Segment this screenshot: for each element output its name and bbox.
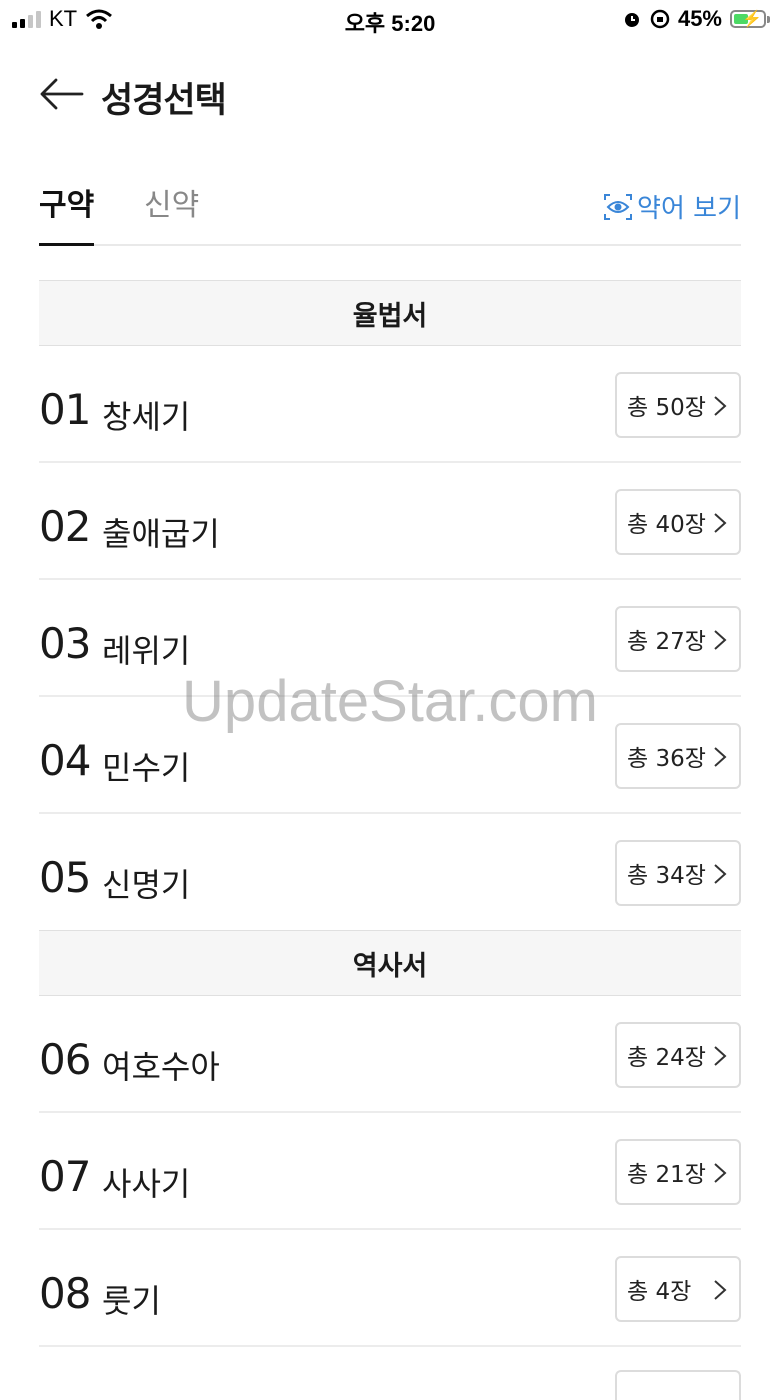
abbreviation-view-label: 약어 보기 xyxy=(637,194,741,224)
book-number: 04 xyxy=(39,736,91,785)
chapter-count: 총 34장 xyxy=(627,863,706,889)
chapter-count: 총 40장 xyxy=(627,512,706,538)
battery-percent: 45% xyxy=(677,6,722,31)
book-name: 여호수아 xyxy=(102,1048,220,1086)
chevron-right-icon xyxy=(714,630,727,650)
chevron-right-icon xyxy=(714,513,727,533)
header: 성경선택 xyxy=(0,62,780,132)
chapter-count: 총 4장 xyxy=(627,1279,692,1305)
chevron-right-icon xyxy=(714,396,727,416)
book-name: 룻기 xyxy=(102,1282,161,1320)
book-name: 레위기 xyxy=(102,632,191,670)
tab-new-testament[interactable]: 신약 xyxy=(144,180,199,224)
chapter-count-button[interactable]: 총 50장 xyxy=(615,372,741,438)
book-row[interactable]: 07 사사기 총 21장 xyxy=(39,1113,741,1230)
chapter-count-button[interactable]: 총 36장 xyxy=(615,723,741,789)
section-header: 율법서 xyxy=(39,280,741,346)
testament-tabs: 구약 신약 약어 보기 xyxy=(39,172,741,246)
book-name: 사사기 xyxy=(102,1165,191,1203)
chapter-count-button[interactable]: 총 21장 xyxy=(615,1139,741,1205)
book-row[interactable]: 06 여호수아 총 24장 xyxy=(39,996,741,1113)
chapter-count-button[interactable]: 총 24장 xyxy=(615,1022,741,1088)
book-name: 창세기 xyxy=(102,398,191,436)
back-arrow-icon[interactable] xyxy=(38,76,84,112)
alarm-icon xyxy=(624,13,639,27)
book-row[interactable]: 05 신명기 총 34장 xyxy=(39,814,741,931)
chapter-count: 총 24장 xyxy=(627,1045,706,1071)
chapter-count: 총 36장 xyxy=(627,746,706,772)
book-number: 02 xyxy=(39,502,91,551)
book-name: 민수기 xyxy=(102,749,191,787)
chevron-right-icon xyxy=(714,1280,727,1300)
book-number: 03 xyxy=(39,619,91,668)
book-row[interactable]: 01 창세기 총 50장 xyxy=(39,346,741,463)
chapter-count-button[interactable]: 총 27장 xyxy=(615,606,741,672)
chapter-count-button[interactable]: 총 4장 xyxy=(615,1256,741,1322)
chapter-count-button[interactable]: 총 40장 xyxy=(615,489,741,555)
abbreviation-view-button[interactable]: 약어 보기 xyxy=(603,188,741,225)
book-number: 07 xyxy=(39,1152,91,1201)
book-name: 출애굽기 xyxy=(102,515,220,553)
chevron-right-icon xyxy=(714,1046,727,1066)
book-name: 신명기 xyxy=(102,866,191,904)
next-chapter-button-partial[interactable] xyxy=(615,1370,741,1400)
chevron-right-icon xyxy=(714,747,727,767)
book-row[interactable]: 04 민수기 총 36장 xyxy=(39,697,741,814)
active-tab-indicator xyxy=(39,243,94,246)
page-title: 성경선택 xyxy=(101,81,227,121)
tab-old-testament[interactable]: 구약 xyxy=(39,180,94,224)
chapter-count-button[interactable]: 총 34장 xyxy=(615,840,741,906)
battery-icon: ⚡ xyxy=(730,10,770,28)
status-bar: KT 오후 5:20 45% ⚡ xyxy=(0,0,780,38)
book-row[interactable]: 02 출애굽기 총 40장 xyxy=(39,463,741,580)
book-number: 08 xyxy=(39,1269,91,1318)
chevron-right-icon xyxy=(714,864,727,884)
book-number: 01 xyxy=(39,385,91,434)
book-row[interactable]: 08 룻기 총 4장 xyxy=(39,1230,741,1347)
chapter-count: 총 27장 xyxy=(627,629,706,655)
section-header: 역사서 xyxy=(39,930,741,996)
orientation-lock-icon xyxy=(650,9,670,29)
book-row[interactable]: 03 레위기 총 27장 xyxy=(39,580,741,697)
chevron-right-icon xyxy=(714,1163,727,1183)
chapter-count: 총 50장 xyxy=(627,395,706,421)
chapter-count: 총 21장 xyxy=(627,1162,706,1188)
book-number: 05 xyxy=(39,853,91,902)
book-number: 06 xyxy=(39,1035,91,1084)
eye-icon xyxy=(604,193,633,220)
